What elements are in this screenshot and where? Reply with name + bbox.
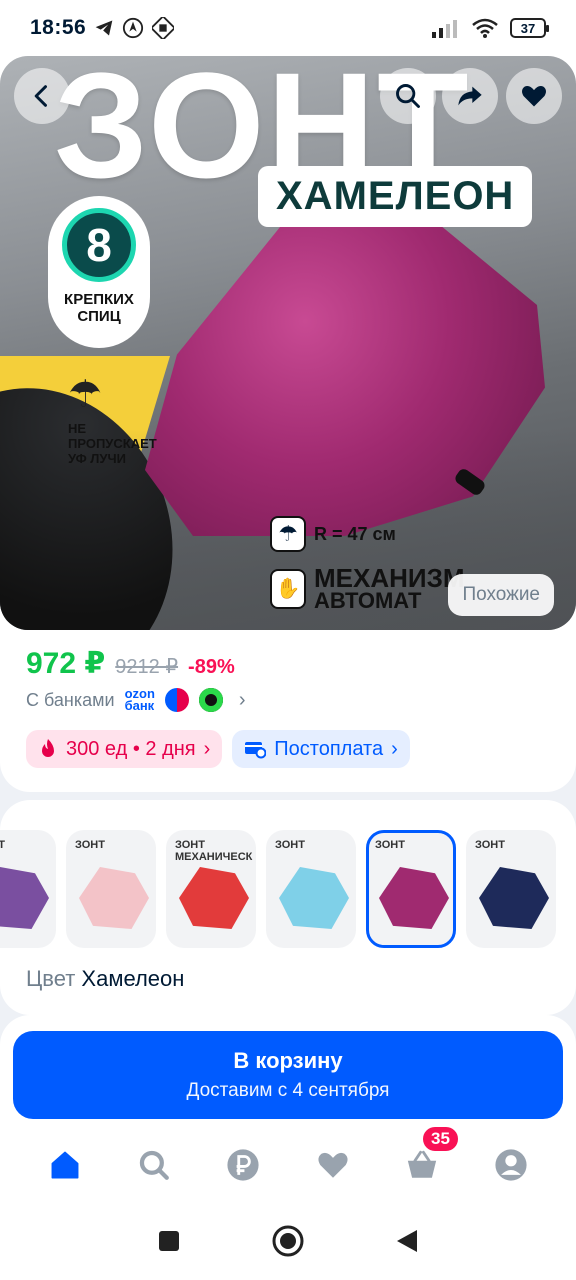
color-label: Цвет bbox=[26, 966, 76, 991]
chevron-right-icon: › bbox=[238, 688, 246, 711]
bank-offers-row[interactable]: С банками ozon банк › bbox=[26, 686, 246, 714]
search-button[interactable] bbox=[380, 68, 436, 124]
variant-thumbnail[interactable]: ЗОНТ МЕХАНИЧЕСКИЙ bbox=[166, 830, 256, 948]
nav-profile[interactable] bbox=[481, 1135, 541, 1195]
share-icon bbox=[458, 86, 482, 106]
ozon-bank-logo: ozon банк bbox=[124, 686, 155, 714]
variant-thumbnail-label: ЗОНТ МЕХАНИЧЕСКИЙ bbox=[175, 839, 253, 863]
chevron-right-icon: › bbox=[391, 737, 398, 760]
image-subtitle: ХАМЕЛЕОН bbox=[258, 166, 533, 227]
variant-thumbnail[interactable]: ЗОНТ bbox=[66, 830, 156, 948]
promo-chips: 300 ед • 2 дня › Постоплата › bbox=[26, 730, 410, 768]
fire-icon bbox=[42, 739, 54, 757]
limited-offer-chip[interactable]: 300 ед • 2 дня › bbox=[26, 730, 223, 768]
sun-umbrella-icon: ☂ bbox=[68, 374, 103, 416]
notification-app-icon bbox=[123, 17, 144, 39]
price-row: 972 ₽ 9212 ₽ -89% bbox=[26, 646, 235, 681]
back-button[interactable] bbox=[14, 68, 70, 124]
postpay-text: Постоплата bbox=[274, 737, 384, 760]
variant-thumbnail-label: ЗОНТ bbox=[75, 839, 105, 851]
hand-press-icon: ✋ bbox=[270, 568, 306, 609]
share-button[interactable] bbox=[442, 68, 498, 124]
spokes-badge: 8 КРЕПКИХ СПИЦ bbox=[48, 196, 150, 348]
cart-button-title: В корзину bbox=[233, 1048, 343, 1073]
umbrella-image bbox=[479, 867, 549, 929]
bank-logo-icon bbox=[164, 688, 189, 713]
heart-icon bbox=[522, 86, 546, 107]
mechanism-line2: АВТОМАТ bbox=[314, 587, 422, 613]
chevron-right-icon: › bbox=[203, 737, 211, 760]
umbrella-icon: ☂ bbox=[270, 516, 306, 552]
price-current: 972 ₽ bbox=[26, 647, 106, 680]
variant-thumbnail[interactable]: ЗОНТ bbox=[266, 830, 356, 948]
search-icon bbox=[139, 1150, 169, 1180]
cart-button-subtitle: Доставим с 4 сентября bbox=[186, 1080, 390, 1101]
nav-search[interactable] bbox=[124, 1135, 184, 1195]
discount-badge: -89% bbox=[188, 656, 235, 678]
system-navigation-bar bbox=[0, 1202, 576, 1280]
battery-indicator: 37 bbox=[510, 18, 549, 38]
postpay-chip[interactable]: Постоплата › bbox=[232, 730, 410, 768]
umbrella-image bbox=[279, 867, 349, 929]
product-main-card: ЗОНТ ХАМЕЛЕОН 8 КРЕПКИХ СПИЦ ☂ НЕ ПРОПУС… bbox=[0, 56, 576, 792]
nav-home[interactable] bbox=[35, 1135, 95, 1195]
status-time: 18:56 bbox=[30, 16, 87, 39]
banks-label: С банками bbox=[26, 689, 115, 710]
variant-thumbnail-label: ЗОНТ bbox=[0, 839, 5, 851]
similar-button[interactable]: Похожие bbox=[448, 574, 554, 616]
umbrella-image bbox=[0, 867, 49, 929]
mechanism-text: МЕХАНИЗМ АВТОМАТ bbox=[314, 563, 465, 613]
variants-card: ЗОНТ ЗОНТ ЗОНТ МЕХАНИЧЕСКИЙ ЗОНТ ЗОНТ ЗОНТ Цв… bbox=[0, 800, 576, 1015]
color-row: Цвет Хамелеон bbox=[26, 966, 184, 992]
variant-thumbnail[interactable]: ЗОНТ bbox=[466, 830, 556, 948]
nav-favorites[interactable] bbox=[303, 1135, 363, 1195]
bank-logo-icon bbox=[198, 688, 223, 713]
variant-thumbnail[interactable]: ЗОНТ bbox=[366, 830, 456, 948]
nav-finance[interactable] bbox=[213, 1135, 273, 1195]
mechanism-row: ✋ МЕХАНИЗМ АВТОМАТ bbox=[270, 563, 465, 613]
search-icon bbox=[396, 84, 420, 108]
nav-cart[interactable]: 35 bbox=[392, 1124, 460, 1195]
card-clock-icon bbox=[245, 742, 267, 759]
umbrella-image bbox=[79, 867, 149, 929]
umbrella-image bbox=[379, 867, 449, 929]
mechanism-line1: МЕХАНИЗМ bbox=[314, 563, 465, 593]
radius-text: R = 47 см bbox=[314, 523, 396, 544]
status-bar: 18:56 37 bbox=[0, 0, 576, 56]
variant-thumbnail-label: ЗОНТ bbox=[375, 839, 405, 851]
variant-thumbnail[interactable]: ЗОНТ bbox=[0, 830, 56, 948]
home-icon bbox=[51, 1151, 79, 1178]
wifi-icon bbox=[472, 18, 498, 38]
radius-row: ☂ R = 47 см bbox=[270, 516, 396, 552]
variant-thumbnail-label: ЗОНТ bbox=[275, 839, 305, 851]
color-value: Хамелеон bbox=[81, 966, 185, 991]
cart-section: В корзину Доставим с 4 сентября bbox=[0, 1015, 576, 1127]
uv-text: НЕ ПРОПУСКАЕТ УФ ЛУЧИ bbox=[68, 421, 157, 466]
heart-icon bbox=[318, 1152, 348, 1178]
telegram-icon bbox=[95, 20, 113, 36]
spokes-number: 8 bbox=[62, 208, 136, 282]
favorite-button[interactable] bbox=[506, 68, 562, 124]
ruble-icon bbox=[227, 1148, 259, 1181]
add-to-cart-button[interactable]: В корзину Доставим с 4 сентября bbox=[13, 1031, 563, 1119]
back-triangle-icon[interactable] bbox=[395, 1228, 419, 1254]
price-old: 9212 ₽ bbox=[115, 656, 179, 678]
recent-apps-icon[interactable] bbox=[157, 1229, 181, 1253]
bottom-navigation: 35 bbox=[0, 1124, 576, 1202]
chevron-left-icon bbox=[34, 85, 47, 107]
signal-icon bbox=[432, 20, 457, 38]
variant-thumbnails: ЗОНТ ЗОНТ ЗОНТ МЕХАНИЧЕСКИЙ ЗОНТ ЗОНТ ЗОНТ bbox=[0, 830, 556, 948]
cart-icon bbox=[407, 1150, 437, 1178]
product-image[interactable]: ЗОНТ ХАМЕЛЕОН 8 КРЕПКИХ СПИЦ ☂ НЕ ПРОПУС… bbox=[0, 56, 576, 630]
profile-icon bbox=[495, 1148, 527, 1181]
vpn-app-icon bbox=[152, 17, 175, 39]
home-button-icon[interactable] bbox=[271, 1224, 305, 1258]
limited-offer-text: 300 ед • 2 дня bbox=[66, 737, 196, 760]
umbrella-image bbox=[179, 867, 249, 929]
cart-count-badge: 35 bbox=[421, 1124, 460, 1153]
variant-thumbnail-label: ЗОНТ bbox=[475, 839, 505, 851]
spokes-text: КРЕПКИХ СПИЦ bbox=[64, 291, 134, 325]
